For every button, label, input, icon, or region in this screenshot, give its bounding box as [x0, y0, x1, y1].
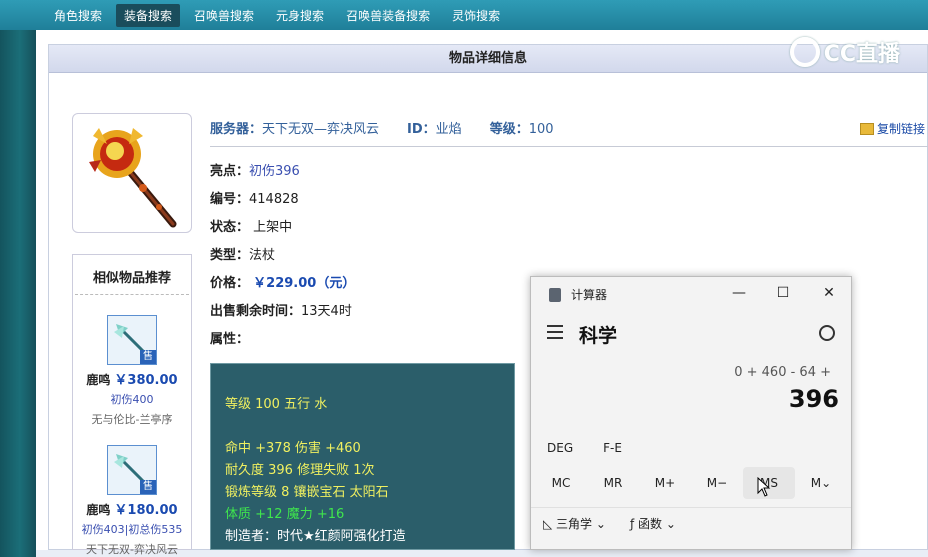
- attr-line: 等级 100 五行 水: [225, 397, 328, 412]
- logo-text: CC直播: [823, 42, 900, 67]
- calculator-title: 计算器: [571, 288, 608, 302]
- remaining-time-row: 出售剩余时间：13天4时: [210, 304, 352, 319]
- similar-item-server: 天下无双-弈决风云: [86, 543, 178, 556]
- item-thumbnail[interactable]: 售: [107, 315, 157, 365]
- calculator-window: 计算器 — ☐ ✕ 科学 0 + 460 - 64 + 396 DEG F-E …: [530, 276, 852, 550]
- close-icon[interactable]: ✕: [817, 283, 841, 303]
- fe-toggle[interactable]: F-E: [603, 441, 622, 455]
- logo-ring-icon: [789, 37, 820, 67]
- id-info: ID：业焰: [407, 122, 462, 137]
- similar-item-sub: 初伤403|初总伤535: [81, 523, 183, 536]
- attr-line: 锻炼等级 8 镶嵌宝石 太阳石: [225, 485, 389, 500]
- cc-live-logo: CC直播: [789, 36, 900, 68]
- attr-line: 耐久度 396 修理失败 1次: [225, 463, 375, 478]
- similar-item[interactable]: 售 鹿鸣 ￥380.00 初伤400 无与伦比-兰亭序: [73, 315, 191, 427]
- nav-summon-search[interactable]: 召唤兽搜索: [186, 4, 262, 27]
- staff-icon: [89, 128, 177, 228]
- calculator-separator: [531, 507, 851, 508]
- similar-item-server: 无与伦比-兰亭序: [91, 413, 173, 426]
- sale-tag: 售: [140, 350, 156, 364]
- item-thumbnail[interactable]: 售: [107, 445, 157, 495]
- memory-row: MC MR M+ M− MS M⌄: [535, 467, 847, 499]
- minimize-icon[interactable]: —: [727, 283, 751, 303]
- function-dropdown[interactable]: ƒ 函数 ⌄: [630, 515, 676, 532]
- nav-body-search[interactable]: 元身搜索: [268, 4, 332, 27]
- item-image: [72, 113, 192, 233]
- memory-add-button[interactable]: M+: [639, 467, 691, 499]
- similar-title: 相似物品推荐: [75, 255, 189, 295]
- type-row: 类型：法杖: [210, 248, 276, 263]
- maximize-icon[interactable]: ☐: [771, 283, 795, 303]
- similar-item-name: 鹿鸣: [86, 373, 111, 387]
- history-icon[interactable]: [819, 325, 835, 341]
- calculator-expression: 0 + 460 - 64 +: [734, 365, 831, 380]
- memory-subtract-button[interactable]: M−: [691, 467, 743, 499]
- calculator-titlebar: 计算器: [549, 286, 607, 303]
- attr-line: 制造者：时代★红颜阿强化打造: [225, 529, 406, 544]
- attributes-label: 属性：: [210, 332, 250, 347]
- similar-item-sub: 初伤400: [110, 393, 154, 406]
- nav-role-search[interactable]: 角色搜索: [46, 4, 110, 27]
- number-row: 编号：414828: [210, 192, 299, 207]
- highlight-row: 亮点：初伤396: [210, 164, 300, 179]
- menu-icon[interactable]: [547, 325, 563, 343]
- memory-clear-button[interactable]: MC: [535, 467, 587, 499]
- memory-list-button[interactable]: M⌄: [795, 467, 847, 499]
- info-divider: [210, 146, 928, 147]
- server-info: 服务器：天下无双—弈决风云: [210, 122, 380, 137]
- memory-recall-button[interactable]: MR: [587, 467, 639, 499]
- copy-icon: [860, 122, 874, 135]
- similar-item-price: ￥380.00: [114, 373, 178, 388]
- price-row: 价格： ￥229.00（元）: [210, 276, 356, 291]
- item-meta: 服务器：天下无双—弈决风云 ID：业焰 等级：100: [210, 118, 582, 137]
- calculator-app-icon: [549, 287, 561, 302]
- sale-tag: 售: [140, 480, 156, 494]
- calculator-mode: 科学: [579, 325, 618, 347]
- nav-equipment-search[interactable]: 装备搜索: [116, 3, 181, 27]
- calculator-result: 396: [788, 385, 839, 413]
- mouse-cursor-icon: [757, 477, 771, 497]
- deg-toggle[interactable]: DEG: [547, 441, 573, 455]
- similar-item[interactable]: 售 鹿鸣 ￥180.00 初伤403|初总伤535 天下无双-弈决风云: [73, 445, 191, 557]
- attributes-box: 等级 100 五行 水 命中 +378 伤害 +460 耐久度 396 修理失败…: [210, 363, 515, 550]
- level-info: 等级：100: [489, 122, 554, 137]
- status-row: 状态： 上架中: [210, 220, 293, 235]
- top-nav: 角色搜索 装备搜索 召唤兽搜索 元身搜索 召唤兽装备搜索 灵饰搜索: [0, 0, 928, 30]
- similar-item-price: ￥180.00: [114, 503, 178, 518]
- attr-line: 命中 +378 伤害 +460: [225, 441, 361, 456]
- nav-summon-equip-search[interactable]: 召唤兽装备搜索: [338, 4, 438, 27]
- trigonometry-dropdown[interactable]: ◺ 三角学 ⌄: [543, 515, 606, 532]
- similar-items-panel: 相似物品推荐 售 鹿鸣 ￥380.00 初伤400 无与伦比-兰亭序 售 鹿鸣 ￥1…: [72, 254, 192, 556]
- attr-line: 体质 +12 魔力 +16: [225, 507, 345, 522]
- similar-item-name: 鹿鸣: [86, 503, 111, 517]
- copy-link-button[interactable]: 复制链接: [860, 120, 925, 137]
- nav-accessory-search[interactable]: 灵饰搜索: [444, 4, 508, 27]
